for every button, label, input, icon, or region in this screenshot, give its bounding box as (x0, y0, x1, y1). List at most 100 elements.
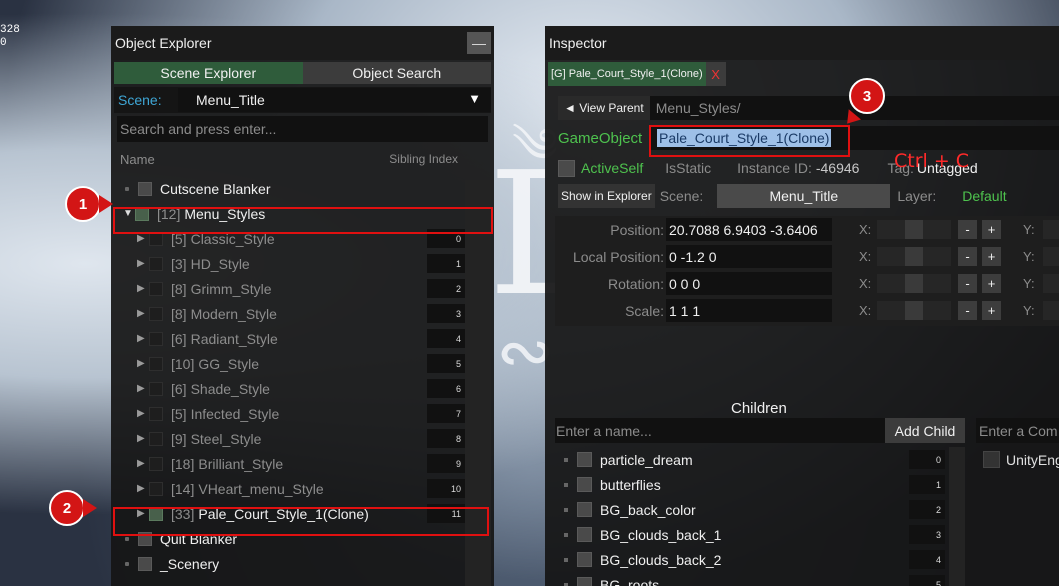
inspected-object-tab[interactable]: [G] Pale_Court_Style_1(Clone) (548, 62, 706, 86)
tree-row[interactable]: ▶ [6] Radiant_Style 4 (111, 326, 494, 351)
tree-row[interactable]: ▶ [5] Classic_Style 0 (111, 226, 494, 251)
slider-handle[interactable] (905, 301, 923, 320)
scale-input[interactable]: 1 1 1 (666, 299, 832, 322)
tree-row[interactable]: ▶ [9] Steel_Style 8 (111, 426, 494, 451)
collapsed-arrow-icon[interactable]: ▶ (137, 358, 149, 369)
tree-row-pale-court-clone[interactable]: ▶ [33] Pale_Court_Style_1(Clone) 11 (111, 501, 494, 526)
child-name-input[interactable]: Enter a name... (555, 418, 885, 443)
view-parent-button[interactable]: ◄ View Parent (558, 96, 650, 120)
active-checkbox[interactable] (577, 527, 592, 542)
active-checkbox[interactable] (135, 206, 149, 221)
active-checkbox[interactable] (149, 381, 163, 396)
sibling-index-field[interactable]: 3 (427, 304, 465, 323)
expand-arrow-icon[interactable]: ▼ (123, 208, 135, 219)
decrement-button[interactable]: - (958, 301, 977, 320)
active-checkbox[interactable] (149, 506, 163, 521)
tree-row[interactable]: ▶ [3] HD_Style 1 (111, 251, 494, 276)
scene-button[interactable]: Menu_Title (717, 184, 891, 208)
collapsed-arrow-icon[interactable]: ▶ (137, 308, 149, 319)
position-input[interactable]: 20.7088 6.9403 -3.6406 (666, 218, 832, 241)
sibling-index-field[interactable]: 8 (427, 429, 465, 448)
collapsed-arrow-icon[interactable]: ▶ (137, 383, 149, 394)
sibling-index-field[interactable]: 0 (427, 229, 465, 248)
decrement-button[interactable]: - (958, 274, 977, 293)
increment-button[interactable]: + (982, 274, 1001, 293)
y-slider[interactable] (1043, 247, 1059, 266)
collapsed-arrow-icon[interactable]: ▶ (137, 408, 149, 419)
sibling-index-field[interactable]: 2 (909, 500, 945, 519)
active-checkbox[interactable] (577, 552, 592, 567)
y-slider[interactable] (1043, 220, 1059, 239)
rotation-input[interactable]: 0 0 0 (666, 272, 832, 295)
gameobject-name-input[interactable]: Pale_Court_Style_1(Clone) (649, 126, 1059, 150)
tree-row[interactable]: _Scenery (111, 551, 494, 576)
active-checkbox[interactable] (149, 356, 163, 371)
tree-row[interactable]: Quit Blanker (111, 526, 494, 551)
active-self-checkbox[interactable] (558, 159, 575, 177)
active-checkbox[interactable] (149, 456, 163, 471)
active-checkbox[interactable] (149, 406, 163, 421)
tree-row[interactable]: ▶ [6] Shade_Style 6 (111, 376, 494, 401)
sibling-index-field[interactable]: 9 (427, 454, 465, 473)
active-checkbox[interactable] (149, 281, 163, 296)
sibling-index-field[interactable]: 4 (909, 550, 945, 569)
component-name-input[interactable]: Enter a Com (976, 418, 1059, 443)
tree-row[interactable]: ▶ [18] Brilliant_Style 9 (111, 451, 494, 476)
tree-row[interactable]: Cutscene Blanker (111, 176, 494, 201)
component-enabled-checkbox[interactable] (983, 451, 1000, 468)
slider-handle[interactable] (905, 247, 923, 266)
decrement-button[interactable]: - (958, 247, 977, 266)
sibling-index-field[interactable]: 6 (427, 379, 465, 398)
show-in-explorer-button[interactable]: Show in Explorer (558, 184, 655, 208)
local-position-input[interactable]: 0 -1.2 0 (666, 245, 832, 268)
active-checkbox[interactable] (577, 502, 592, 517)
sibling-index-field[interactable]: 1 (909, 475, 945, 494)
sibling-index-field[interactable]: 7 (427, 404, 465, 423)
tree-row[interactable]: ▶ [8] Modern_Style 3 (111, 301, 494, 326)
explorer-titlebar[interactable]: Object Explorer (111, 26, 494, 60)
collapsed-arrow-icon[interactable]: ▶ (137, 483, 149, 494)
scene-dropdown[interactable]: Menu_Title ▼ (178, 88, 491, 112)
collapsed-arrow-icon[interactable]: ▶ (137, 508, 149, 519)
add-child-button[interactable]: Add Child (885, 418, 965, 443)
tree-row[interactable]: ▶ [10] GG_Style 5 (111, 351, 494, 376)
sibling-index-field[interactable]: 2 (427, 279, 465, 298)
close-tab-icon[interactable]: X (705, 62, 726, 86)
x-slider[interactable] (877, 274, 951, 293)
tree-row-expanded[interactable]: ▼ [12] Menu_Styles (111, 201, 494, 226)
sibling-index-field[interactable]: 5 (427, 354, 465, 373)
collapsed-arrow-icon[interactable]: ▶ (137, 458, 149, 469)
decrement-button[interactable]: - (958, 220, 977, 239)
active-checkbox[interactable] (149, 256, 163, 271)
tab-object-search[interactable]: Object Search (302, 62, 491, 84)
list-item[interactable]: BG_roots 5 (555, 572, 965, 586)
collapsed-arrow-icon[interactable]: ▶ (137, 333, 149, 344)
active-checkbox[interactable] (138, 531, 152, 546)
active-checkbox[interactable] (149, 331, 163, 346)
list-item[interactable]: particle_dream 0 (555, 447, 965, 472)
tree-row[interactable]: ▶ [14] VHeart_menu_Style 10 (111, 476, 494, 501)
sibling-index-field[interactable]: 4 (427, 329, 465, 348)
list-item[interactable]: BG_clouds_back_1 3 (555, 522, 965, 547)
increment-button[interactable]: + (982, 247, 1001, 266)
layer-value[interactable]: Default (962, 188, 1006, 204)
collapsed-arrow-icon[interactable]: ▶ (137, 433, 149, 444)
sibling-index-field[interactable]: 0 (909, 450, 945, 469)
active-checkbox[interactable] (577, 452, 592, 467)
active-checkbox[interactable] (149, 306, 163, 321)
sibling-index-field[interactable]: 3 (909, 525, 945, 544)
sibling-index-field[interactable]: 11 (427, 504, 465, 523)
active-checkbox[interactable] (138, 181, 152, 196)
collapsed-arrow-icon[interactable]: ▶ (137, 283, 149, 294)
sibling-index-field[interactable]: 1 (427, 254, 465, 273)
sibling-index-field[interactable]: 10 (427, 479, 465, 498)
list-item[interactable]: butterflies 1 (555, 472, 965, 497)
y-slider[interactable] (1043, 274, 1059, 293)
active-checkbox[interactable] (138, 556, 152, 571)
list-item[interactable]: BG_back_color 2 (555, 497, 965, 522)
tab-scene-explorer[interactable]: Scene Explorer (114, 62, 303, 84)
explorer-search-input[interactable]: Search and press enter... (117, 116, 488, 142)
tree-row[interactable]: ▶ [5] Infected_Style 7 (111, 401, 494, 426)
list-item[interactable]: BG_clouds_back_2 4 (555, 547, 965, 572)
y-slider[interactable] (1043, 301, 1059, 320)
